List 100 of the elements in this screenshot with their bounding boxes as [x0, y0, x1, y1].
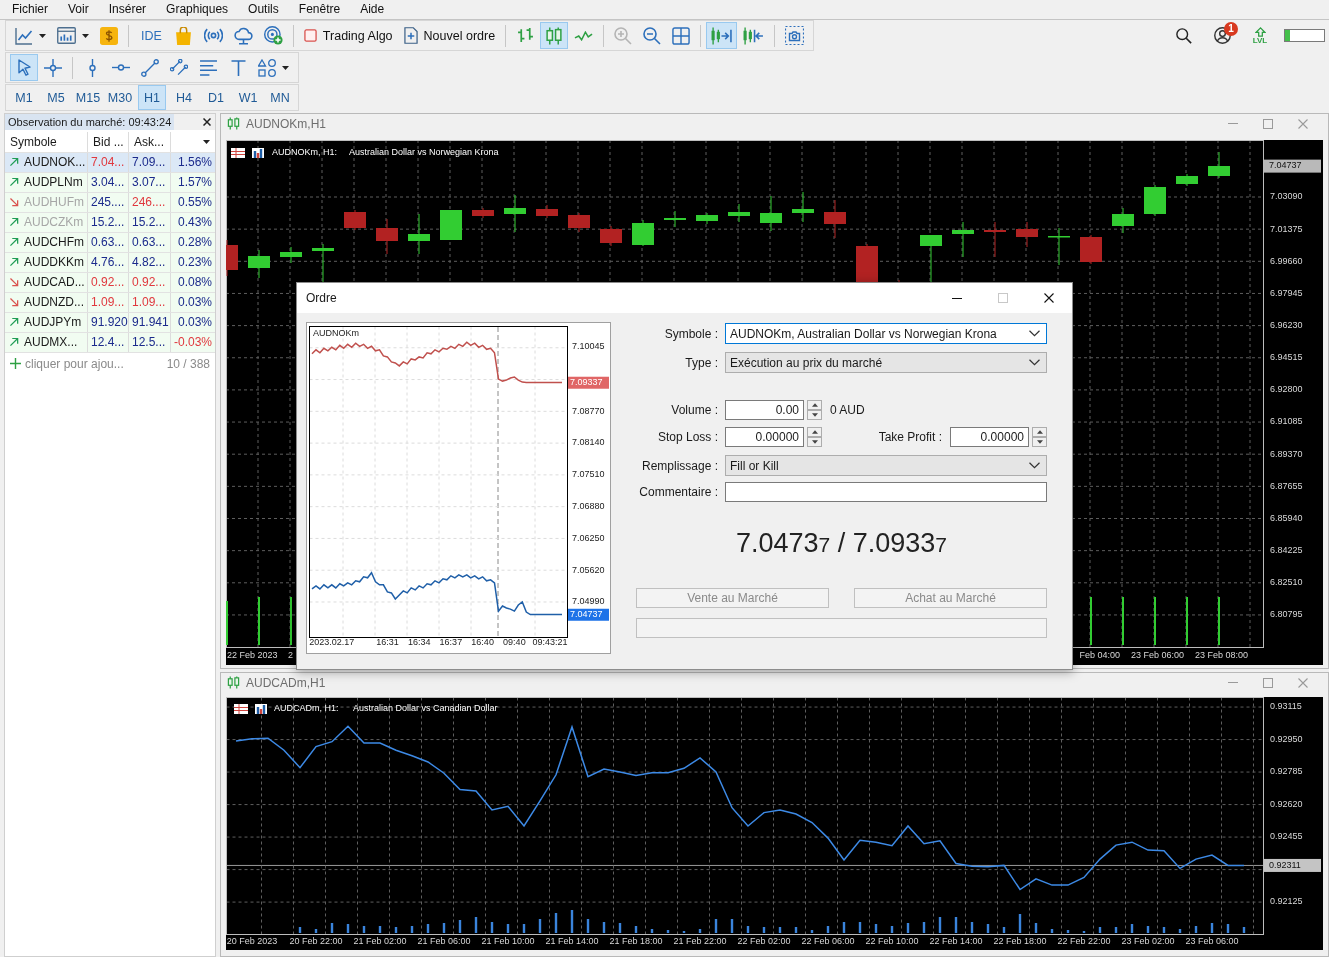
- comment-field[interactable]: [725, 482, 1047, 502]
- menu-item[interactable]: Insérer: [98, 1, 157, 18]
- field-label: Type :: [684, 355, 718, 370]
- spin-down-button[interactable]: [807, 410, 822, 420]
- timeframe-tab[interactable]: M30: [106, 85, 134, 110]
- candles-arrow-right-icon: [711, 26, 733, 45]
- time-label: 22 Feb 06:00: [801, 936, 855, 947]
- price-label: 0.93115: [1270, 701, 1302, 712]
- ask-cell: 3.07...: [129, 173, 171, 192]
- search-icon: [1176, 27, 1192, 44]
- zigzag-line-icon: [574, 30, 594, 41]
- shopping-bag-icon: [176, 26, 192, 45]
- column-header[interactable]: Symbole: [5, 132, 88, 152]
- symbol-count: 10 / 388: [166, 356, 210, 371]
- maximize-icon: [1262, 677, 1273, 688]
- spin-up-button[interactable]: [807, 400, 822, 410]
- chart-symbol: AUDCADm, H1:: [274, 703, 339, 714]
- camera-icon: [785, 26, 805, 45]
- percent-cell-text: 1.57%: [176, 174, 213, 191]
- cursor-button[interactable]: [10, 54, 38, 81]
- volume-unit: 0 AUD: [830, 403, 865, 417]
- spin-up-button[interactable]: [1032, 427, 1047, 437]
- account-button[interactable]: 1: [1208, 22, 1236, 49]
- volume-field[interactable]: 0.00: [725, 400, 804, 420]
- market-row[interactable]: AUDNOK... 7.04... 7.09... 1.56%: [5, 153, 215, 173]
- time-label: 22 Feb 02:00: [737, 936, 791, 947]
- spin-up-button[interactable]: [807, 427, 822, 437]
- candlestick-button[interactable]: [540, 22, 569, 49]
- zoom-in-icon: [614, 26, 633, 45]
- arrow-up-right-icon: [10, 178, 19, 187]
- timeframe-tab[interactable]: W1: [234, 85, 262, 110]
- timeframe-tab[interactable]: H4: [170, 85, 198, 110]
- market-row[interactable]: AUDPLNm 3.04... 3.07... 1.57%: [5, 173, 215, 193]
- ide-button[interactable]: IDE: [134, 22, 169, 49]
- price-label: 6.94515: [1270, 352, 1303, 363]
- filling-dropdown[interactable]: Fill or Kill: [725, 455, 1047, 476]
- document-plus-icon: [403, 27, 418, 44]
- minimize-icon: [1227, 123, 1238, 124]
- time-label: 21 Feb 06:00: [417, 936, 471, 947]
- timeframe-tab[interactable]: M5: [42, 85, 70, 110]
- symbol-name: AUDCHFm: [24, 234, 84, 251]
- up-triangle-icon: [1036, 430, 1043, 434]
- column-header[interactable]: Ask...: [129, 132, 171, 152]
- take-profit-field[interactable]: 0.00000: [950, 427, 1029, 447]
- ask-cell: 1.09...: [129, 293, 171, 312]
- shapes-icon: [258, 58, 276, 77]
- market-row[interactable]: AUDDKKm 4.76... 4.82... 0.23%: [5, 253, 215, 273]
- percent-cell-text: 0.55%: [176, 194, 213, 211]
- up-triangle-icon: [811, 403, 818, 407]
- price-label: 0.92455: [1270, 831, 1303, 842]
- time-label: 23 Feb 06:00: [1130, 650, 1184, 661]
- price-label: 7.01375: [1270, 223, 1303, 234]
- candlestick-icon: [546, 26, 563, 45]
- bar-chart-icon[interactable]: [255, 703, 267, 716]
- price-label: 6.80795: [1270, 609, 1303, 620]
- column-header[interactable]: Bid ...: [88, 132, 129, 152]
- caret-icon: [39, 33, 46, 38]
- market-row[interactable]: AUDHUFm 245.... 246.... 0.55%: [5, 193, 215, 213]
- ask-cell: 91.941: [129, 313, 171, 332]
- market-row[interactable]: AUDNZD... 1.09... 1.09... 0.03%: [5, 293, 215, 313]
- spin-down-button[interactable]: [807, 437, 822, 447]
- timeframe-tab[interactable]: H1: [138, 85, 166, 110]
- timeframe-tab[interactable]: MN: [266, 85, 294, 110]
- minimize-icon: [1227, 682, 1238, 683]
- add-symbol-field[interactable]: cliquer pour ajou...: [25, 356, 145, 371]
- order-type-dropdown[interactable]: Exécution au prix du marché: [725, 352, 1047, 373]
- price-label: 6.85940: [1270, 512, 1303, 523]
- price-label: 7.08140: [572, 437, 605, 448]
- stop-loss-field[interactable]: 0.00000: [725, 427, 804, 447]
- market-row[interactable]: AUDJPYm 91.920 91.941 0.03%: [5, 313, 215, 333]
- ask-cell: 15.2...: [129, 213, 171, 232]
- algo-trading-button[interactable]: Trading Algo: [298, 22, 398, 49]
- menu-item[interactable]: Graphiques: [156, 1, 239, 18]
- price-label: 7.10045: [572, 341, 605, 352]
- menu-item[interactable]: Outils: [238, 1, 289, 18]
- arrow-down-right-icon: [10, 298, 19, 307]
- menu-item[interactable]: Fichier: [2, 1, 58, 18]
- current-price-label: 7.04737: [1264, 159, 1321, 173]
- arrow-up-right-icon: [10, 318, 19, 327]
- timeframe-tab[interactable]: M1: [10, 85, 38, 110]
- menu-item[interactable]: Aide: [350, 1, 395, 18]
- new-order-button[interactable]: Nouvel ordre: [398, 22, 501, 49]
- timeframe-tab[interactable]: D1: [202, 85, 230, 110]
- text-tool-icon: [230, 59, 246, 76]
- candles-arrow-left-icon: [743, 26, 765, 45]
- chevron-down-icon: [1029, 359, 1040, 366]
- field-label: Stop Loss :: [656, 430, 718, 444]
- market-row[interactable]: AUDCHFm 0.63... 0.63... 0.28%: [5, 233, 215, 253]
- market-row[interactable]: AUDCZKm 15.2... 15.2... 0.43%: [5, 213, 215, 233]
- horizontal-line-icon: [112, 64, 130, 71]
- menu-item[interactable]: Fenêtre: [288, 1, 351, 18]
- market-row[interactable]: AUDMX... 12.4... 12.5... -0.03%: [5, 333, 215, 353]
- market-row[interactable]: AUDCAD... 0.92... 0.92... 0.08%: [5, 273, 215, 293]
- menu-item[interactable]: Voir: [58, 1, 99, 18]
- table-icon[interactable]: [233, 703, 249, 715]
- field-label: Commentaire :: [638, 485, 718, 499]
- timeframe-tab[interactable]: M15: [74, 85, 102, 110]
- spin-down-button[interactable]: [1032, 437, 1047, 447]
- caret-icon: [82, 33, 89, 38]
- auto-scroll-button[interactable]: [706, 22, 738, 49]
